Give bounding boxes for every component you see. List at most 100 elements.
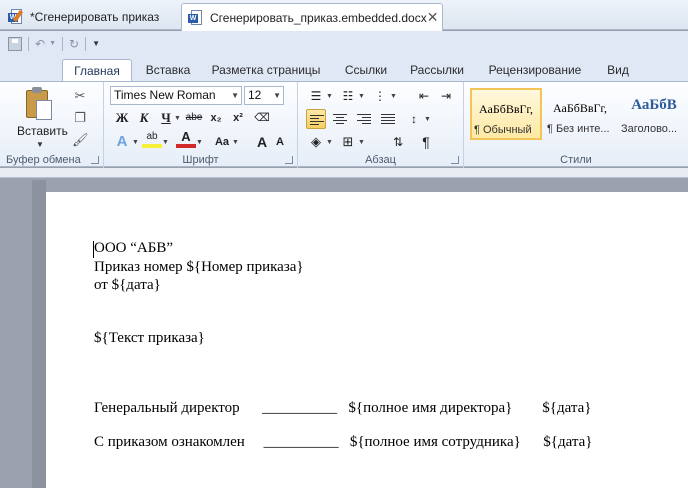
borders-dropdown-icon[interactable]: ▼ (358, 139, 365, 146)
change-case-dropdown-icon[interactable]: ▼ (232, 139, 239, 146)
underline-button[interactable]: Ч (156, 108, 176, 128)
subscript-button[interactable]: x₂ (206, 108, 226, 128)
align-center-button[interactable] (330, 109, 350, 129)
line-spacing-dropdown-icon[interactable]: ▼ (424, 116, 431, 123)
tab-label: *Сгенерировать приказ (30, 9, 160, 24)
numbering-icon[interactable]: ☷ (338, 86, 358, 106)
tab-label: Сгенерировать_приказ.embedded.docx (210, 10, 427, 25)
document-tabstrip: W *Сгенерировать приказ W Сгенерировать_… (0, 0, 688, 31)
shading-icon[interactable]: ◈ (306, 132, 326, 152)
font-group: Times New Roman ▼ 12 ▼ Ж К Ч ▼ abe x₂ x²… (104, 82, 298, 168)
word-document-edit-icon: W (8, 8, 24, 25)
tab-references[interactable]: Ссылки (338, 59, 394, 82)
clear-formatting-icon[interactable]: ⌫ (252, 108, 272, 128)
text-effects-dropdown-icon[interactable]: ▼ (132, 139, 139, 146)
style-name: ¶ Без инте... (547, 123, 610, 135)
decrease-indent-icon[interactable]: ⇤ (414, 86, 434, 106)
close-tab-icon[interactable]: ✕ (427, 9, 439, 26)
styles-group-label: Стили (560, 154, 592, 166)
tab-mailings[interactable]: Рассылки (404, 59, 470, 82)
borders-icon[interactable]: ⊞ (338, 132, 358, 152)
increase-indent-icon[interactable]: ⇥ (436, 86, 456, 106)
tab-review[interactable]: Рецензирование (482, 59, 588, 82)
font-size-value: 12 (248, 88, 262, 102)
order-text-line[interactable]: ${Текст приказа} (94, 330, 205, 347)
style-sample: АаБбВ (631, 97, 677, 113)
paragraph-group: ☰ ▼ ☷ ▼ ⋮ ▼ ⇤ ⇥ ↕ ▼ ◈ ▼ ⊞ ▼ ⇅ ¶ Абзац (298, 82, 464, 168)
bullets-dropdown-icon[interactable]: ▼ (326, 93, 333, 100)
undo-dropdown-icon[interactable]: ▼ (49, 40, 56, 47)
save-icon[interactable] (8, 36, 22, 51)
tab-page-layout[interactable]: Разметка страницы (206, 59, 326, 82)
cut-icon[interactable]: ✂ (72, 88, 88, 104)
style-normal[interactable]: АаБбВвГг, ¶ Обычный (470, 88, 542, 140)
line-spacing-icon[interactable]: ↕ (404, 109, 424, 129)
superscript-button[interactable]: x² (228, 108, 248, 128)
format-painter-icon[interactable]: 🖌 (72, 132, 89, 148)
order-date-line[interactable]: от ${дата} (94, 277, 161, 294)
director-signature-line[interactable]: Генеральный директор __________ ${полное… (94, 400, 592, 417)
company-name[interactable]: ООО “АБВ” (94, 240, 173, 257)
sort-icon[interactable]: ⇅ (388, 132, 408, 152)
clipboard-group: Вставить ▼ ✂ ❐ 🖌 Буфер обмена (0, 82, 104, 168)
show-formatting-button[interactable]: ¶ (416, 132, 436, 152)
copy-icon[interactable]: ❐ (72, 110, 88, 126)
chevron-down-icon[interactable]: ▼ (231, 87, 239, 104)
paste-button[interactable] (18, 86, 58, 126)
style-no-spacing[interactable]: АаБбВвГг, ¶ Без инте... (544, 88, 616, 140)
text-effects-icon[interactable]: A (112, 132, 132, 152)
font-color-icon[interactable]: A (176, 130, 196, 148)
word-document-icon: W (188, 9, 204, 26)
separator (85, 36, 87, 51)
style-heading[interactable]: АаБбВ Заголово... (618, 88, 688, 140)
quick-access-toolbar: ↶ ▼ ↻ ▼ (0, 31, 688, 56)
numbering-dropdown-icon[interactable]: ▼ (358, 93, 365, 100)
page-shadow (32, 180, 46, 488)
undo-icon[interactable]: ↶ (35, 37, 45, 51)
tab-embedded-docx[interactable]: W Сгенерировать_приказ.embedded.docx ✕ (181, 3, 443, 31)
employee-signature-line[interactable]: С приказом ознакомлен __________ ${полно… (94, 434, 593, 451)
tab-insert[interactable]: Вставка (138, 59, 198, 82)
bold-button[interactable]: Ж (112, 108, 132, 128)
tab-generate-order[interactable]: W *Сгенерировать приказ (2, 3, 178, 30)
paste-dropdown-icon[interactable]: ▼ (36, 140, 44, 149)
font-family-combo[interactable]: Times New Roman ▼ (110, 86, 242, 105)
highlight-icon[interactable]: ab (142, 130, 162, 148)
justify-button[interactable] (378, 109, 398, 129)
chevron-down-icon[interactable]: ▼ (273, 87, 281, 104)
paragraph-dialog-launcher-icon[interactable] (451, 156, 459, 164)
font-family-value: Times New Roman (114, 88, 216, 102)
clipboard-group-label: Буфер обмена (6, 154, 81, 166)
align-left-button[interactable] (306, 109, 326, 129)
multilevel-list-icon[interactable]: ⋮ (370, 86, 390, 106)
tab-view[interactable]: Вид (598, 59, 638, 82)
order-number-line[interactable]: Приказ номер ${Номер приказа} (94, 259, 304, 276)
multilevel-list-dropdown-icon[interactable]: ▼ (390, 93, 397, 100)
italic-button[interactable]: К (134, 108, 154, 128)
tab-home[interactable]: Главная (62, 59, 132, 82)
redo-icon[interactable]: ↻ (69, 37, 79, 51)
highlight-dropdown-icon[interactable]: ▼ (162, 139, 169, 146)
align-right-button[interactable] (354, 109, 374, 129)
shading-dropdown-icon[interactable]: ▼ (326, 139, 333, 146)
customize-toolbar-icon[interactable]: ▼ (92, 39, 100, 48)
font-color-dropdown-icon[interactable]: ▼ (196, 139, 203, 146)
ruler (0, 168, 688, 178)
change-case-button[interactable]: Aa (212, 132, 232, 152)
font-dialog-launcher-icon[interactable] (285, 156, 293, 164)
shrink-font-button[interactable]: A (270, 132, 290, 152)
paste-label[interactable]: Вставить (17, 124, 68, 138)
strikethrough-button[interactable]: abe (184, 108, 204, 128)
clipboard-dialog-launcher-icon[interactable] (91, 156, 99, 164)
style-name: ¶ Обычный (474, 124, 532, 136)
font-group-label: Шрифт (182, 154, 219, 166)
underline-dropdown-icon[interactable]: ▼ (174, 115, 181, 122)
ribbon-tabs: Главная Вставка Разметка страницы Ссылки… (0, 56, 688, 82)
style-sample: АаБбВвГг, (552, 101, 607, 115)
paragraph-group-label: Абзац (365, 154, 396, 166)
separator (28, 36, 29, 51)
bullets-icon[interactable]: ☰ (306, 86, 326, 106)
style-sample: АаБбВвГг, (478, 102, 533, 116)
grow-font-button[interactable]: A (252, 132, 272, 152)
font-size-combo[interactable]: 12 ▼ (244, 86, 284, 105)
